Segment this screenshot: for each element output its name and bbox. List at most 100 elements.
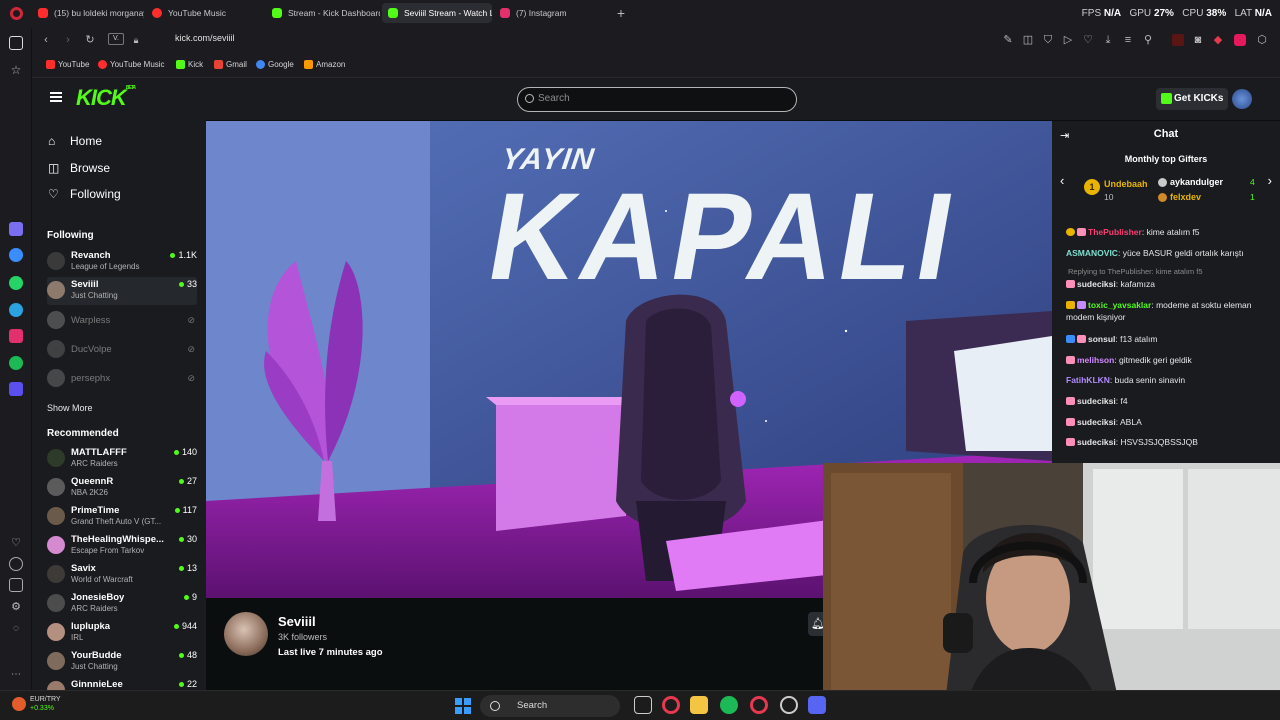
recommended-channel[interactable]: YourBudde Just Chatting 48 bbox=[47, 648, 197, 676]
tab-kick-dashboard[interactable]: Stream - Kick Dashboard bbox=[266, 3, 380, 23]
tab-youtube-video[interactable]: (15) bu loldeki morganayı bbox=[32, 3, 144, 23]
spotify-icon[interactable] bbox=[9, 356, 23, 370]
chat-message[interactable]: melihson: gitmedik geri geldik bbox=[1066, 354, 1276, 366]
recommended-channel[interactable]: QueennR NBA 2K26 27 bbox=[47, 474, 197, 502]
tab-youtube-music[interactable]: YouTube Music bbox=[146, 3, 258, 23]
nav-following[interactable]: ♡ Following bbox=[48, 187, 121, 201]
new-tab-button[interactable]: + bbox=[614, 6, 628, 20]
taskbar-search[interactable]: Search bbox=[480, 695, 620, 717]
recommended-channel[interactable]: luplupka IRL 944 bbox=[47, 619, 197, 647]
following-channel[interactable]: Revanch League of Legends 1.1K bbox=[47, 248, 197, 276]
player-icon[interactable] bbox=[9, 382, 23, 396]
hamburger-menu-icon[interactable] bbox=[50, 92, 62, 102]
extension-puzzle-icon[interactable]: ⬡ bbox=[1256, 34, 1268, 46]
recommended-channel[interactable]: MATTLAFFF ARC Raiders 140 bbox=[47, 445, 197, 473]
extension-ud-icon[interactable] bbox=[1234, 34, 1246, 46]
chat-message[interactable]: sudeciksi: f4 bbox=[1066, 395, 1276, 407]
following-channel[interactable]: Seviiil Just Chatting 33 bbox=[47, 277, 197, 305]
tab-seviiil-stream[interactable]: Seviiil Stream - Watch Live bbox=[382, 3, 492, 23]
lightbulb-icon[interactable]: ◌ bbox=[9, 622, 23, 636]
url-field[interactable]: kick.com/seviiil bbox=[175, 33, 235, 43]
chat-message[interactable]: sudeciksi: kafamıza bbox=[1066, 278, 1276, 290]
nav-home[interactable]: ⌂ Home bbox=[48, 134, 102, 148]
discord-icon[interactable] bbox=[808, 696, 826, 714]
bookmark-google[interactable]: Google bbox=[256, 60, 294, 69]
aria-icon[interactable] bbox=[9, 222, 23, 236]
recommended-channel[interactable]: Savix World of Warcraft 13 bbox=[47, 561, 197, 589]
home-icon[interactable] bbox=[9, 36, 23, 50]
extension-icon[interactable]: ◙ bbox=[1192, 34, 1204, 46]
currency-ticker[interactable]: EUR/TRY +0.33% bbox=[10, 695, 61, 713]
heart-icon[interactable]: ♡ bbox=[9, 536, 23, 550]
download-icon[interactable]: ⤓ bbox=[1102, 34, 1114, 46]
instagram-icon[interactable] bbox=[9, 329, 23, 343]
recommended-channel[interactable]: PrimeTime Grand Theft Auto V (GT... 117 bbox=[47, 503, 197, 531]
following-channel-offline[interactable]: Warpless ⊘ bbox=[47, 307, 197, 335]
menu-icon[interactable]: ≡ bbox=[1122, 34, 1134, 46]
telegram-icon[interactable] bbox=[9, 303, 23, 317]
gifter-row[interactable]: aykandulger 4 bbox=[1158, 177, 1273, 189]
tab-instagram[interactable]: (7) Instagram bbox=[494, 3, 606, 23]
avatar bbox=[47, 340, 65, 358]
edit-icon[interactable]: ✎ bbox=[1002, 34, 1014, 46]
streamer-avatar[interactable] bbox=[224, 612, 268, 656]
show-more-link[interactable]: Show More bbox=[47, 403, 93, 413]
play-icon[interactable]: ▷ bbox=[1062, 34, 1074, 46]
streamer-name[interactable]: Seviiil bbox=[278, 614, 316, 629]
kick-logo[interactable]: KICKBETA bbox=[76, 85, 136, 111]
extensions-icon[interactable] bbox=[9, 578, 23, 592]
chat-message[interactable]: FatihKLKN: buda senin sinavin bbox=[1066, 374, 1276, 386]
nav-browse[interactable]: ◫ Browse bbox=[48, 161, 110, 175]
history-icon[interactable] bbox=[9, 557, 23, 571]
chat-message[interactable]: toxic_yavsaklar: modeme at soktu eleman … bbox=[1066, 299, 1276, 323]
bookmark-amazon[interactable]: Amazon bbox=[304, 60, 345, 69]
opera-icon[interactable] bbox=[750, 696, 768, 714]
extension-kick-icon[interactable] bbox=[1172, 34, 1184, 46]
shield-icon[interactable]: ⛉ bbox=[1042, 34, 1054, 46]
chevron-left-icon[interactable]: ‹ bbox=[1060, 173, 1064, 188]
lock-icon[interactable]: 🔒︎ bbox=[130, 34, 142, 46]
site-info-badge[interactable]: V. bbox=[108, 33, 124, 45]
gifter-row[interactable]: felxdev 1 bbox=[1158, 192, 1273, 204]
bookmark-kick[interactable]: Kick bbox=[176, 60, 203, 69]
back-icon[interactable]: ‹ bbox=[40, 34, 52, 46]
profile-icon[interactable]: ⚲ bbox=[1142, 34, 1154, 46]
google-icon bbox=[256, 60, 265, 69]
camera-icon[interactable]: ◫ bbox=[1022, 34, 1034, 46]
top-gifter[interactable]: 1 Undebaah 10 bbox=[1084, 173, 1164, 203]
windows-start-icon[interactable] bbox=[455, 698, 471, 714]
forward-icon[interactable]: › bbox=[62, 34, 74, 46]
settings-icon[interactable] bbox=[780, 696, 798, 714]
file-explorer-icon[interactable] bbox=[690, 696, 708, 714]
settings-icon[interactable]: ⚙ bbox=[9, 600, 23, 614]
following-channel-offline[interactable]: DucVolpe ⊘ bbox=[47, 336, 197, 364]
bookmark-youtube-music[interactable]: YouTube Music bbox=[98, 60, 165, 69]
reload-icon[interactable]: ↻ bbox=[84, 34, 96, 46]
opera-gx-icon[interactable] bbox=[662, 696, 680, 714]
chat-message[interactable]: sonsul: f13 atalım bbox=[1066, 333, 1276, 345]
search-bar[interactable] bbox=[517, 87, 797, 112]
offline-icon: ⊘ bbox=[187, 344, 195, 354]
extension-red-icon[interactable]: ◆ bbox=[1212, 34, 1224, 46]
chat-message[interactable]: ASMANOVIC: yüce BASUR geldi ortalık karı… bbox=[1066, 247, 1276, 259]
search-input[interactable] bbox=[538, 93, 778, 104]
whatsapp-icon[interactable] bbox=[9, 276, 23, 290]
bookmark-youtube[interactable]: YouTube bbox=[46, 60, 89, 69]
opera-logo-icon[interactable] bbox=[10, 7, 23, 20]
recommended-channel[interactable]: GinnnieLee 22 bbox=[47, 677, 197, 690]
task-view-icon[interactable] bbox=[634, 696, 652, 714]
recommended-channel[interactable]: JonesieBoy ARC Raiders 9 bbox=[47, 590, 197, 618]
bookmark-gmail[interactable]: Gmail bbox=[214, 60, 247, 69]
chat-message[interactable]: ThePublisher: kime atalım f5 bbox=[1066, 226, 1276, 238]
chat-message[interactable]: sudeciksi: HSVSJSJQBSSJQB bbox=[1066, 436, 1276, 448]
heart-icon[interactable]: ♡ bbox=[1082, 34, 1094, 46]
recommended-channel[interactable]: TheHealingWhispe... Escape From Tarkov 30 bbox=[47, 532, 197, 560]
spotify-icon[interactable] bbox=[720, 696, 738, 714]
user-avatar[interactable] bbox=[1232, 89, 1252, 109]
star-icon[interactable]: ☆ bbox=[9, 63, 23, 77]
more-icon[interactable]: ⋯ bbox=[9, 668, 23, 682]
messenger-icon[interactable] bbox=[9, 248, 23, 262]
chat-message[interactable]: sudeciksi: ABLA bbox=[1066, 416, 1276, 428]
following-channel-offline[interactable]: persephx ⊘ bbox=[47, 365, 197, 393]
get-kicks-button[interactable]: Get KICKs bbox=[1156, 88, 1228, 110]
